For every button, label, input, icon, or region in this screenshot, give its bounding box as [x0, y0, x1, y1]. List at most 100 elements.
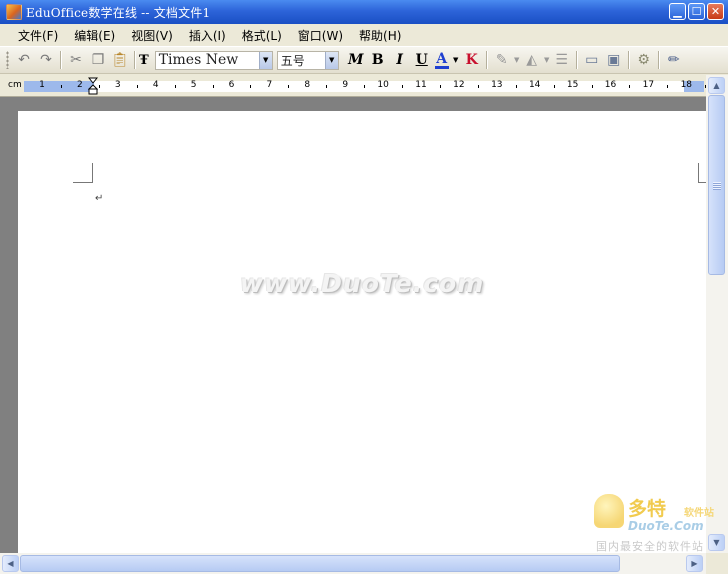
title-bar: EduOffice数学在线 -- 文档文件1 ▁ ☐ ✕	[0, 0, 728, 24]
logo-slogan-text: 国内最安全的软件站	[596, 540, 704, 553]
ruler-tick-label: 14	[528, 80, 541, 90]
undo-icon[interactable]: ↶	[13, 49, 35, 71]
minimize-button[interactable]: ▁	[669, 3, 686, 20]
scroll-right-button[interactable]: ▶	[686, 555, 703, 572]
ruler-tick-label: 16	[604, 80, 617, 90]
ruler-tick-mark	[667, 85, 669, 88]
pen-icon[interactable]: ✏	[663, 49, 685, 71]
menu-edit[interactable]: 编辑(E)	[74, 27, 115, 44]
ruler-tick-mark	[174, 85, 176, 88]
horizontal-scrollbar[interactable]: ◀ ▶	[0, 553, 706, 574]
font-color-button[interactable]: A	[433, 49, 451, 71]
vertical-scrollbar[interactable]: ▲ ▼	[706, 75, 728, 553]
menu-bar: 文件(F) 编辑(E) 视图(V) 插入(I) 格式(L) 窗口(W) 帮助(H…	[0, 24, 728, 46]
toolbar-separator	[657, 51, 660, 69]
menu-window[interactable]: 窗口(W)	[298, 27, 343, 44]
ruler-tick-label: 8	[304, 80, 311, 90]
copy-icon[interactable]: ❐	[87, 49, 109, 71]
menu-insert[interactable]: 插入(I)	[189, 27, 226, 44]
ruler-tick-mark	[326, 85, 328, 88]
logo-url-text: DuoTe.Com	[628, 519, 704, 533]
chevron-down-icon[interactable]: ▼	[513, 49, 521, 71]
window-title: EduOffice数学在线 -- 文档文件1	[26, 5, 211, 20]
font-size-value: 五号	[280, 53, 305, 68]
fill-color-icon[interactable]: ◭	[521, 49, 543, 71]
image-icon[interactable]: ▣	[603, 49, 625, 71]
chevron-down-icon[interactable]: ▼	[324, 51, 338, 69]
redo-icon[interactable]: ↷	[35, 49, 57, 71]
toolbar-grip[interactable]	[6, 51, 9, 69]
chevron-down-icon[interactable]: ▼	[258, 51, 272, 69]
toolbar-separator	[134, 51, 136, 69]
close-button[interactable]: ✕	[707, 3, 724, 20]
indent-marker[interactable]	[88, 77, 98, 95]
ruler-tick-label: 7	[266, 80, 273, 90]
ruler-tick-label: 6	[228, 80, 235, 90]
chevron-down-icon[interactable]: ▼	[543, 49, 551, 71]
font-color-swatch	[434, 65, 449, 69]
ruler-tick-label: 3	[114, 80, 121, 90]
ruler-tick-mark	[402, 85, 404, 88]
menu-help[interactable]: 帮助(H)	[359, 27, 401, 44]
ruler-tick-mark	[136, 85, 138, 88]
ruler-tick-label: 11	[415, 80, 427, 90]
clear-format-button[interactable]: K	[461, 49, 483, 71]
scroll-up-button[interactable]: ▲	[708, 77, 725, 94]
ruler-left-margin	[24, 81, 94, 92]
underline-button[interactable]: U	[411, 49, 433, 71]
window-controls: ▁ ☐ ✕	[669, 3, 724, 20]
vertical-scroll-thumb[interactable]	[708, 95, 725, 275]
ruler-tick-mark	[477, 85, 479, 88]
ruler-tick-label: 12	[453, 80, 465, 90]
ruler-tick-label: 10	[377, 80, 389, 90]
document-page[interactable]: ↵ www.DuoTe.com	[18, 111, 708, 553]
line-style-icon[interactable]: ☰	[551, 49, 573, 71]
margin-corner-top-left	[73, 163, 93, 183]
ruler-tick-mark	[553, 85, 555, 88]
ruler-tick-label: 9	[342, 80, 349, 90]
ruler-tick-label: 2	[77, 80, 83, 90]
ruler-tick-label: 17	[642, 80, 655, 90]
paste-icon[interactable]: 📋︎	[109, 49, 131, 71]
math-style-button[interactable]: M	[345, 49, 367, 71]
menu-file[interactable]: 文件(F)	[18, 27, 58, 44]
bold-button[interactable]: B	[367, 49, 389, 71]
logo-sub-text: 软件站	[684, 508, 714, 519]
font-type-icon: Ŧ	[139, 52, 149, 68]
app-icon[interactable]	[6, 4, 22, 20]
text-box-icon[interactable]: ▭	[581, 49, 603, 71]
menu-format[interactable]: 格式(L)	[242, 27, 282, 44]
line-color-icon[interactable]: ✎	[491, 49, 513, 71]
ruler-tick-label: 15	[566, 80, 579, 90]
ruler-tick-label: 18	[680, 80, 693, 90]
horizontal-ruler: cm 1 2 3 4 5 6 7 8 9 10 11 12 13 14 15 16 17 18	[0, 75, 707, 97]
cut-icon[interactable]: ✂	[65, 49, 87, 71]
logo-main-text: 多特	[628, 498, 667, 520]
ruler-tick-mark	[212, 85, 214, 88]
ruler-tick-label: 13	[491, 80, 503, 90]
ruler-tick-mark	[591, 85, 593, 88]
paragraph-mark: ↵	[95, 193, 104, 204]
ruler-tick-mark	[250, 85, 252, 88]
ruler-tick-mark	[629, 85, 631, 88]
ruler-tick-mark	[439, 85, 441, 88]
ruler-tick-mark	[98, 85, 100, 88]
toolbar-separator	[575, 51, 578, 69]
horizontal-scroll-thumb[interactable]	[20, 555, 620, 572]
scroll-left-button[interactable]: ◀	[2, 555, 19, 572]
ruler-tick-label: 1	[39, 80, 45, 90]
font-name-select[interactable]: Times New ▼	[154, 50, 273, 70]
italic-button[interactable]: I	[389, 49, 411, 71]
ruler-unit: cm	[8, 80, 22, 90]
chevron-down-icon[interactable]: ▼	[451, 49, 461, 71]
special-tool-icon[interactable]: ⚙	[633, 49, 655, 71]
duote-logo: 多特 软件站 DuoTe.Com 国内最安全的软件站	[594, 494, 722, 553]
ruler-tick-label: 4	[152, 80, 159, 90]
document-workspace: ↵ www.DuoTe.com	[0, 97, 708, 553]
scroll-grip-icon	[713, 182, 721, 190]
maximize-button[interactable]: ☐	[688, 3, 705, 20]
ruler-tick-mark	[364, 85, 366, 88]
menu-view[interactable]: 视图(V)	[131, 27, 173, 44]
font-size-select[interactable]: 五号 ▼	[276, 50, 339, 70]
ruler-tick-mark	[515, 85, 517, 88]
